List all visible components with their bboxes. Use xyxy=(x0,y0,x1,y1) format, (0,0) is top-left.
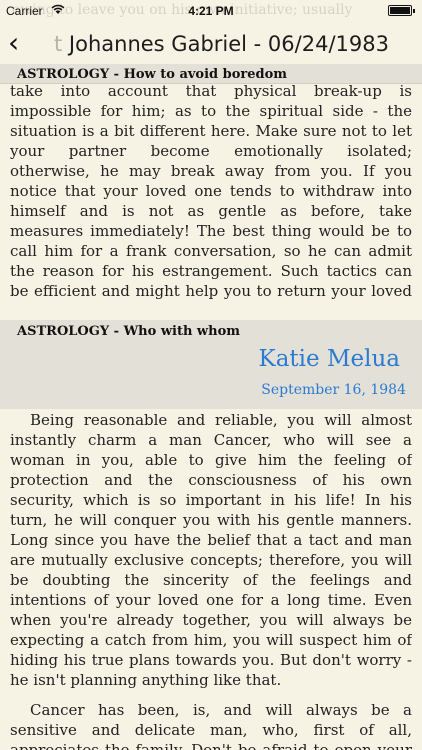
author-birthdate-link[interactable]: September 16, 1984 xyxy=(261,382,406,398)
article-who-with-whom-body: Being reasonable and reliable, you will … xyxy=(10,410,412,750)
clock: 4:21 PM xyxy=(188,4,234,18)
section-header-label: ASTROLOGY - Who with whom xyxy=(17,324,240,339)
battery-icon xyxy=(388,5,415,16)
page-title: t Johannes Gabriel - 06/24/1983 xyxy=(54,30,414,58)
author-link[interactable]: Katie Melua xyxy=(259,346,400,372)
section-header-boredom: ASTROLOGY - How to avoid boredom xyxy=(0,64,422,84)
navigation-bar: ‹ t Johannes Gabriel - 06/24/1983 xyxy=(0,24,422,64)
title-fade-text: t xyxy=(54,32,69,56)
status-bar: Carrier 4:21 PM xyxy=(0,0,422,22)
back-chevron-icon[interactable]: ‹ xyxy=(8,27,19,59)
article-boredom-body: take into account that physical break-up… xyxy=(10,78,412,308)
article-paragraph: Cancer has been, is, and will always be … xyxy=(10,701,412,750)
section-header-who-with-whom: ASTROLOGY - Who with whom Katie Melua Se… xyxy=(0,320,422,409)
title-text: Johannes Gabriel - 06/24/1983 xyxy=(68,32,389,56)
article-paragraph: take into account that physical break-up… xyxy=(10,82,412,308)
article-paragraph: Being reasonable and reliable, you will … xyxy=(10,411,412,689)
